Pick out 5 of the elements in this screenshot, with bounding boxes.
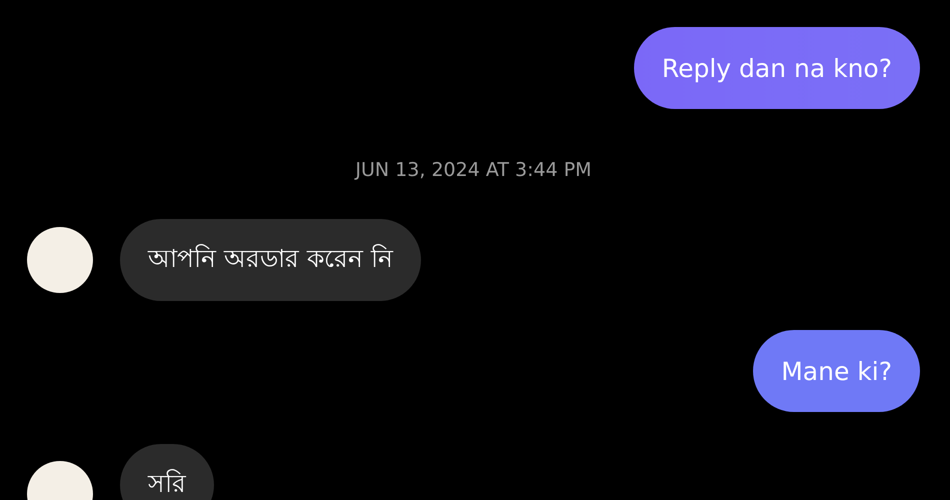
sent-message: Mane ki?	[753, 330, 920, 412]
received-message: আপনি অরডার করেন নি	[120, 219, 421, 301]
timestamp: JUN 13, 2024 AT 3:44 PM	[355, 159, 592, 181]
sent-message: Reply dan na kno?	[634, 27, 920, 109]
received-message: সরি	[120, 444, 214, 500]
